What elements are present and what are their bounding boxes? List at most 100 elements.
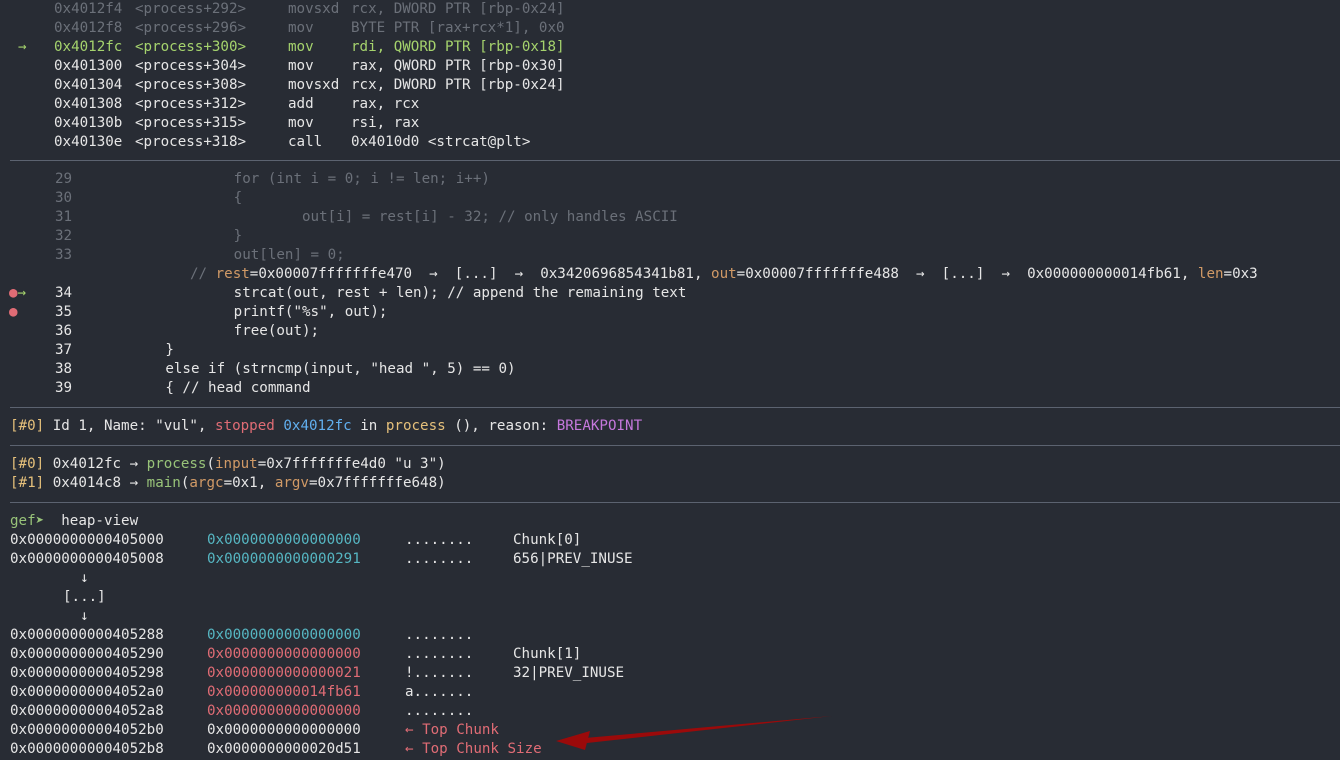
instruction-mnemonic: add bbox=[288, 96, 314, 112]
frame-arg-value: =0x7fffffffe4d0 "u 3") bbox=[257, 456, 446, 472]
heap-row: 0x00000000004052b0 0x0000000000000000 ← To… bbox=[0, 721, 1340, 740]
source-code: } bbox=[97, 228, 243, 244]
source-code: out[i] = rest[i] - 32; // only handles A… bbox=[97, 209, 678, 225]
heap-ascii: ........ bbox=[405, 703, 474, 719]
thread-status-line: [#0] Id 1, Name: "vul", stopped 0x4012fc… bbox=[10, 418, 643, 434]
instruction-symbol: <process+312> bbox=[135, 96, 247, 112]
source-line: 38 else if (strncmp(input, "head ", 5) =… bbox=[0, 360, 1340, 379]
heap-value: 0x000000000014fb61 bbox=[207, 684, 361, 700]
heap-row: 0x0000000000405290 0x0000000000000000....… bbox=[0, 645, 1340, 664]
separator bbox=[10, 445, 1340, 446]
disasm-row: 0x401304 <process+308> movsxd rcx, DWORD PT… bbox=[0, 76, 1340, 95]
frame-arg-value: =0x1, bbox=[223, 475, 275, 491]
source-code: out[len] = 0; bbox=[97, 247, 345, 263]
source-line: 36 free(out); bbox=[0, 322, 1340, 341]
prompt-command: heap-view bbox=[44, 513, 139, 529]
heap-value: 0x0000000000000000 bbox=[207, 532, 361, 548]
instruction-mnemonic: call bbox=[288, 134, 323, 150]
instruction-operands: rsi, rax bbox=[351, 115, 420, 131]
disasm-row: 0x40130b <process+315> mov rsi, rax bbox=[0, 114, 1340, 133]
heap-row: 0x0000000000405298 0x0000000000000021!...… bbox=[0, 664, 1340, 683]
heap-ascii: ........ bbox=[405, 627, 474, 643]
heap-row: 0x00000000004052a0 0x000000000014fb61 a...… bbox=[0, 683, 1340, 702]
heap-value: 0x0000000000000000 bbox=[207, 722, 361, 738]
instruction-operands: 0x4010d0 <strcat@plt> bbox=[351, 134, 531, 150]
frame-paren: ( bbox=[206, 456, 216, 472]
heap-chunk-note: Chunk[1] bbox=[513, 646, 582, 662]
variable-hint-line: // rest=0x00007fffffffe470 → [...] → 0x3… bbox=[190, 266, 1258, 282]
heap-value: 0x0000000000000000 bbox=[207, 627, 361, 643]
source-code: { bbox=[97, 190, 243, 206]
frame-function: process bbox=[146, 456, 207, 472]
instruction-mnemonic: mov bbox=[288, 39, 314, 55]
instruction-address: 0x4012f8 bbox=[54, 20, 123, 36]
heap-ascii: ← Top Chunk Size bbox=[405, 741, 542, 757]
source-code: for (int i = 0; i != len; i++) bbox=[97, 171, 490, 187]
frame-index: [#0] bbox=[10, 456, 45, 472]
disasm-row: 0x401300 <process+304> mov rax, QWORD PTR [… bbox=[0, 57, 1340, 76]
disasm-row: 0x40130e <process+318> call 0x4010d0 <strca… bbox=[0, 133, 1340, 152]
source-line-number: 29 bbox=[55, 171, 73, 187]
heap-address: 0x0000000000405290 bbox=[10, 646, 164, 662]
heap-ascii: ........ bbox=[405, 646, 474, 662]
instruction-symbol: <process+300> bbox=[135, 39, 247, 55]
heap-chunk-note: 656|PREV_INUSE bbox=[513, 551, 633, 567]
separator bbox=[10, 160, 1340, 161]
instruction-operands: rcx, DWORD PTR [rbp-0x24] bbox=[351, 77, 565, 93]
heap-address: 0x00000000004052a0 bbox=[10, 684, 164, 700]
instruction-symbol: <process+292> bbox=[135, 1, 247, 17]
instruction-mnemonic: movsxd bbox=[288, 1, 340, 17]
source-code: strcat(out, rest + len); // append the r… bbox=[97, 285, 687, 301]
heap-value: 0x0000000000000000 bbox=[207, 646, 361, 662]
heap-row: 0x00000000004052a8 0x0000000000000000....… bbox=[0, 702, 1340, 721]
disasm-row: 0x4012f4 <process+292> movsxd rcx, DWORD PT… bbox=[0, 0, 1340, 19]
source-line: 33 out[len] = 0; bbox=[0, 246, 1340, 265]
instruction-symbol: <process+296> bbox=[135, 20, 247, 36]
frame-arg-name: input bbox=[215, 456, 258, 472]
frame-arg-value: =0x7fffffffe648) bbox=[308, 475, 446, 491]
instruction-symbol: <process+308> bbox=[135, 77, 247, 93]
source-line-number: 35 bbox=[55, 304, 73, 320]
instruction-operands: rdi, QWORD PTR [rbp-0x18] bbox=[351, 39, 565, 55]
source-line: 39 { // head command bbox=[0, 379, 1340, 398]
breakpoint-dot-icon[interactable]: ● bbox=[9, 304, 18, 320]
source-code: free(out); bbox=[97, 323, 320, 339]
frame-address: 0x4014c8 → bbox=[44, 475, 147, 491]
heap-ascii: a....... bbox=[405, 684, 474, 700]
source-line-number: 37 bbox=[55, 342, 73, 358]
instruction-address: 0x40130e bbox=[54, 134, 123, 150]
instruction-address: 0x401304 bbox=[54, 77, 123, 93]
source-line: 32 } bbox=[0, 227, 1340, 246]
breakpoint-dot-icon[interactable]: ● bbox=[9, 285, 18, 301]
instruction-address: 0x4012f4 bbox=[54, 1, 123, 17]
disasm-row: 0x401308 <process+312> add rax, rcx bbox=[0, 95, 1340, 114]
heap-address: 0x00000000004052b0 bbox=[10, 722, 164, 738]
heap-address: 0x0000000000405298 bbox=[10, 665, 164, 681]
source-code: { // head command bbox=[97, 380, 311, 396]
heap-ellipsis: [...] bbox=[63, 589, 106, 605]
source-line-number: 33 bbox=[55, 247, 73, 263]
heap-row: 0x0000000000405008 0x0000000000000291....… bbox=[0, 550, 1340, 569]
frame-arg-name: argc bbox=[189, 475, 224, 491]
source-line-number: 39 bbox=[55, 380, 73, 396]
heap-address: 0x0000000000405288 bbox=[10, 627, 164, 643]
instruction-mnemonic: movsxd bbox=[288, 77, 340, 93]
instruction-mnemonic: mov bbox=[288, 20, 314, 36]
breakpoint-marker: ●→ bbox=[9, 284, 26, 303]
source-code: else if (strncmp(input, "head ", 5) == 0… bbox=[97, 361, 516, 377]
disasm-row: → 0x4012fc <process+300> mov rdi, QWORD PTR … bbox=[0, 38, 1340, 57]
heap-address: 0x0000000000405000 bbox=[10, 532, 164, 548]
source-line-number: 38 bbox=[55, 361, 73, 377]
separator bbox=[10, 502, 1340, 503]
heap-ellipsis-down-arrow: ↓ bbox=[80, 608, 89, 624]
instruction-operands: rax, QWORD PTR [rbp-0x30] bbox=[351, 58, 565, 74]
current-line-arrow-icon: → bbox=[17, 285, 27, 301]
heap-ellipsis-down-arrow: ↓ bbox=[80, 570, 89, 586]
instruction-symbol: <process+318> bbox=[135, 134, 247, 150]
gef-prompt[interactable]: gef➤ heap-view bbox=[10, 512, 138, 531]
source-line-number: 30 bbox=[55, 190, 73, 206]
source-code: } bbox=[97, 342, 174, 358]
instruction-operands: rcx, DWORD PTR [rbp-0x24] bbox=[351, 1, 565, 17]
separator bbox=[10, 407, 1340, 408]
source-line: 29 for (int i = 0; i != len; i++) bbox=[0, 170, 1340, 189]
